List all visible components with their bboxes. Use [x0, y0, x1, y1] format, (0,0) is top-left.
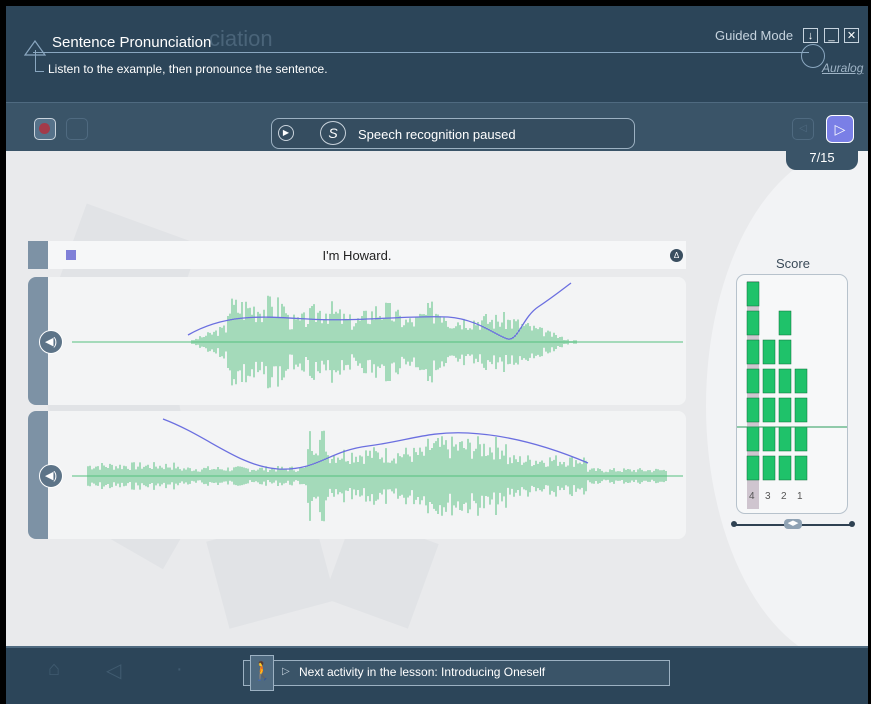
- score-bar-cell: [746, 368, 760, 394]
- score-bar-cell: [794, 426, 808, 452]
- lock-icon[interactable]: ⌂: [48, 658, 60, 681]
- score-slider[interactable]: ◀▶: [731, 519, 855, 529]
- score-bar-cell: [746, 455, 760, 481]
- brand-logo[interactable]: Auralog: [822, 61, 863, 75]
- score-bar-cell: [762, 339, 776, 365]
- app-window: ciation Sentence Pronunciation Listen to…: [6, 6, 868, 704]
- score-bar-cell: [762, 397, 776, 423]
- guided-mode-label: Guided Mode: [715, 28, 794, 43]
- minimize-button[interactable]: _: [824, 28, 839, 43]
- next-activity-text: Next activity in the lesson: Introducing…: [299, 665, 546, 679]
- download-button[interactable]: ↓: [803, 28, 818, 43]
- score-bar-cell: [778, 397, 792, 423]
- score-column-label: 3: [765, 491, 771, 502]
- header: ciation Sentence Pronunciation Listen to…: [6, 6, 868, 102]
- score-chart: 4 3 2 1: [736, 274, 848, 514]
- record-icon: [39, 123, 50, 134]
- model-waveform-panel: ◀): [28, 277, 686, 405]
- score-bar-cell: [778, 426, 792, 452]
- model-waveform: [72, 282, 683, 389]
- score-bar-cell: [794, 455, 808, 481]
- score-bar-cell: [778, 310, 792, 336]
- record-button[interactable]: [34, 118, 56, 140]
- back-icon[interactable]: ◁: [106, 658, 121, 683]
- dots-icon[interactable]: ·: [176, 658, 183, 681]
- progress-counter: 7/15: [786, 148, 858, 170]
- next-activity-bar[interactable]: ▷ Next activity in the lesson: Introduci…: [243, 660, 670, 686]
- sentence-bar: I'm Howard. Δ: [28, 241, 686, 269]
- score-bar-cell: [794, 397, 808, 423]
- score-bar-cell: [762, 455, 776, 481]
- score-bar-cell: [794, 368, 808, 394]
- info-icon[interactable]: Δ: [670, 249, 683, 262]
- score-bar-cell: [746, 426, 760, 452]
- arrow-icon: ▷: [282, 666, 290, 677]
- score-bar-cell: [762, 426, 776, 452]
- score-bar-cell: [746, 310, 760, 336]
- close-button[interactable]: ✕: [844, 28, 859, 43]
- user-waveform-panel: ◀): [28, 411, 686, 539]
- page-title: Sentence Pronunciation: [52, 34, 212, 51]
- score-bar-cell: [746, 339, 760, 365]
- score-column-label: 2: [781, 491, 787, 502]
- next-button[interactable]: ▷: [826, 115, 854, 143]
- toolbar: ▶ S Speech recognition paused ◁ ▷: [6, 102, 868, 151]
- walking-person-icon[interactable]: 🚶: [250, 655, 274, 691]
- sentence-text: I'm Howard.: [322, 248, 392, 263]
- score-title: Score: [776, 256, 810, 271]
- title-ghost: ciation: [209, 26, 273, 51]
- replay-recording-button[interactable]: [66, 118, 88, 140]
- user-waveform: [72, 418, 683, 522]
- score-bar-cell: [746, 397, 760, 423]
- slider-thumb[interactable]: ◀▶: [784, 519, 802, 529]
- score-bar-cell: [778, 368, 792, 394]
- score-column-label: 4: [749, 491, 755, 502]
- score-bar-cell: [778, 455, 792, 481]
- play-icon[interactable]: ▶: [278, 125, 294, 141]
- score-bar-cell: [778, 339, 792, 365]
- score-bar-cell: [746, 281, 760, 307]
- speech-status-bar: ▶ S Speech recognition paused: [271, 118, 635, 149]
- speech-status-text: Speech recognition paused: [358, 127, 516, 142]
- ear-icon[interactable]: S: [320, 121, 346, 145]
- score-bar-cell: [762, 368, 776, 394]
- previous-button[interactable]: ◁: [792, 118, 814, 140]
- page-subtitle: Listen to the example, then pronounce th…: [48, 62, 328, 76]
- footer: ⌂ ◁ · ▷ Next activity in the lesson: Int…: [6, 646, 868, 704]
- score-column-label: 1: [797, 491, 803, 502]
